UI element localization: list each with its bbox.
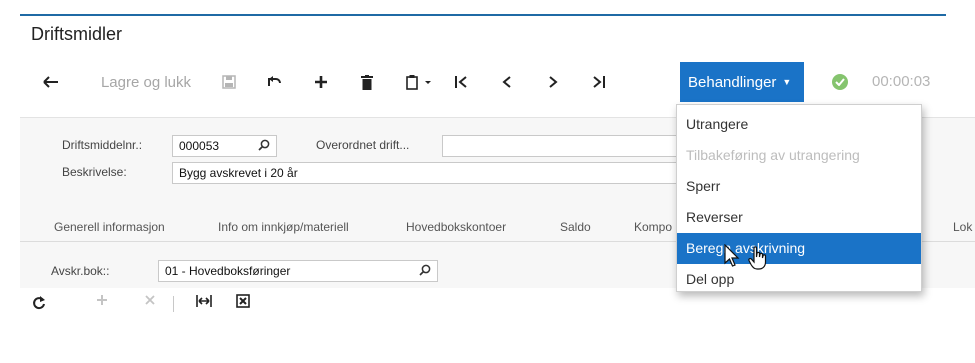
book-field[interactable]: 01 - Hovedboksføringer [158,260,438,282]
mouse-pointer-icon [724,243,740,273]
tab-general-info[interactable]: Generell informasjon [54,220,165,234]
asset-no-label: Driftsmiddelnr.: [62,138,143,152]
excel-export-icon[interactable] [236,294,250,308]
caret-down-icon: ▼ [782,77,792,87]
description-value: Bygg avskrevet i 20 år [179,166,298,180]
header-rule [20,14,946,16]
menu-item-retire[interactable]: Utrangere [677,109,921,140]
trash-icon[interactable] [356,62,378,102]
book-value: 01 - Hovedboksføringer [165,264,291,278]
save-close-label: Lagre og lukk [100,73,192,91]
actions-menu: Utrangere Tilbakeføring av utrangering S… [676,104,922,292]
tab-location[interactable]: Lok [953,220,972,234]
undo-icon[interactable] [264,62,286,102]
menu-item-reverse[interactable]: Reverser [677,202,921,233]
last-record-icon[interactable] [588,62,610,102]
timer: 00:00:03 [872,73,931,90]
hand-cursor-icon [748,246,768,275]
clipboard-icon[interactable] [402,62,438,102]
fit-columns-icon[interactable] [196,294,212,308]
delete-row-icon[interactable] [144,294,156,306]
main-toolbar: Lagre og lukk Behandlinger ▼ 00:00:03 [20,62,946,102]
asset-no-field[interactable]: 000053 [172,135,277,157]
add-row-icon[interactable] [96,294,108,306]
tab-gl-accounts[interactable]: Hovedbokskontoer [406,220,506,234]
menu-item-lock[interactable]: Sperr [677,171,921,202]
floppy-save-icon[interactable] [218,62,240,102]
plus-icon[interactable] [310,62,332,102]
toolbar-separator [173,296,174,312]
tab-components[interactable]: Kompo [634,220,672,234]
menu-item-calculate-depreciation[interactable]: Beregn avskrivning [677,233,921,264]
save-close-button[interactable]: Lagre og lukk [96,62,196,102]
parent-asset-label: Overordnet drift... [316,138,410,152]
tab-balance[interactable]: Saldo [560,220,591,234]
parent-asset-field[interactable] [442,135,682,157]
menu-item-reverse-retirement[interactable]: Tilbakeføring av utrangering [677,140,921,171]
first-record-icon[interactable] [450,62,472,102]
menu-item-split[interactable]: Del opp [677,264,921,295]
refresh-icon[interactable] [32,294,46,310]
search-icon[interactable] [258,139,270,154]
page-title: Driftsmidler [31,24,123,44]
description-field[interactable]: Bygg avskrevet i 20 år [172,162,682,184]
description-label: Beskrivelse: [62,165,127,179]
actions-label: Behandlinger [688,73,777,91]
actions-dropdown-button[interactable]: Behandlinger ▼ [680,62,804,102]
check-circle-icon [832,74,848,90]
next-icon[interactable] [542,62,564,102]
book-label: Avskr.bok:: [51,264,110,278]
asset-no-value: 000053 [179,139,220,153]
tab-purchase-info[interactable]: Info om innkjøp/materiell [218,220,349,234]
search-icon[interactable] [419,264,431,279]
previous-icon[interactable] [496,62,518,102]
back-arrow-icon[interactable] [40,62,62,102]
